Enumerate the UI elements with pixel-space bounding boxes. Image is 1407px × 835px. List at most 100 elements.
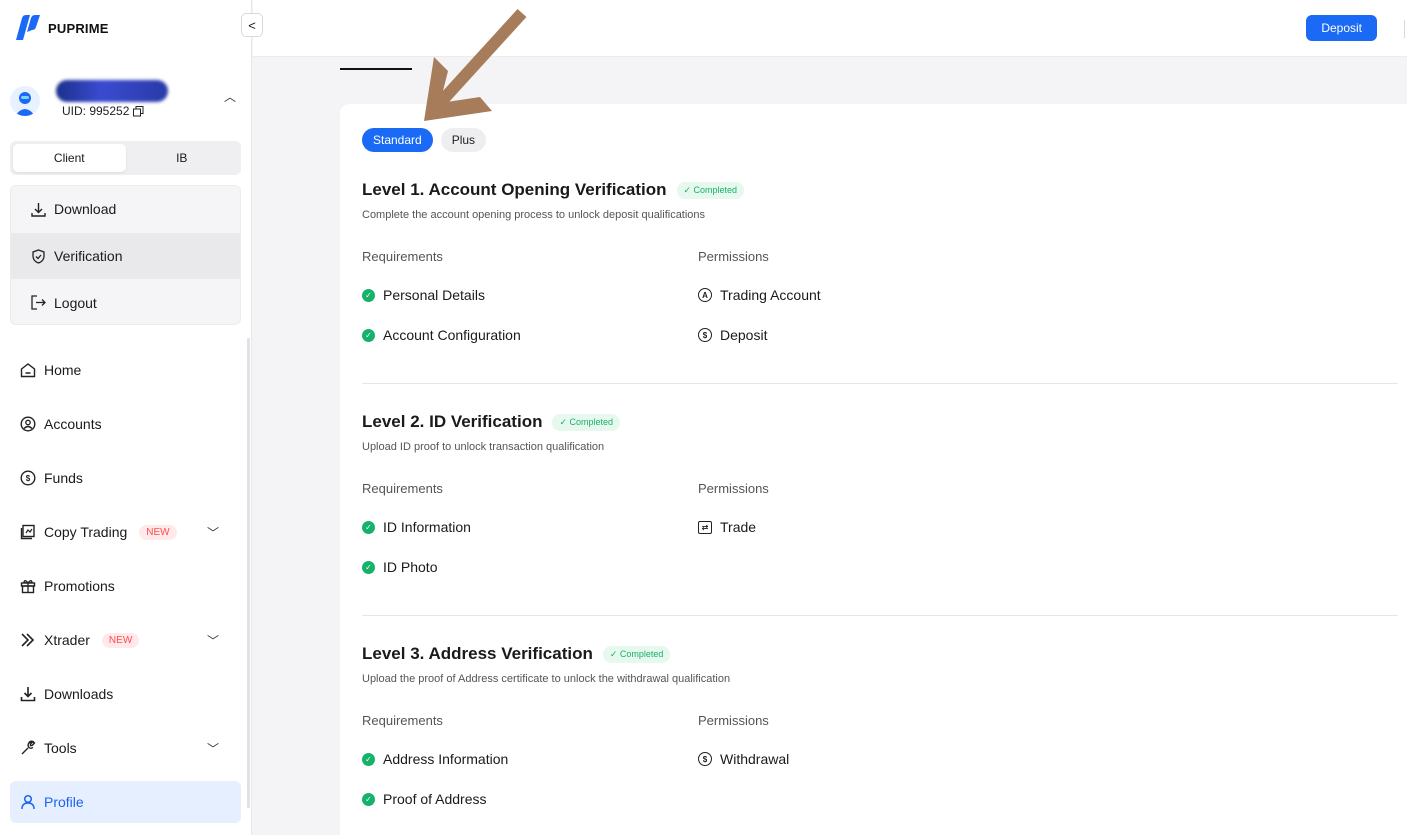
check-circle-icon: ✓ <box>362 328 375 342</box>
check-circle-icon: ✓ <box>362 792 375 806</box>
xtrader-icon <box>21 633 35 647</box>
deposit-button[interactable]: Deposit <box>1306 15 1377 41</box>
level-title-text: Level 2. ID Verification <box>362 412 543 431</box>
status-badge: ✓ Completed <box>602 645 671 663</box>
chevron-down-icon[interactable]: ﹀ <box>207 740 219 757</box>
avatar <box>10 86 40 116</box>
requirement-label: Personal Details <box>383 287 485 303</box>
nav-label: Copy Trading <box>44 524 128 540</box>
requirement-label: ID Photo <box>383 559 438 575</box>
download-icon <box>20 687 36 702</box>
level-title: Level 2. ID Verification ✓ Completed <box>362 412 1398 432</box>
wrench-icon <box>21 740 36 755</box>
requirement-label: Address Information <box>383 751 509 767</box>
username-redacted <box>56 80 168 102</box>
nav-item-accounts[interactable]: Accounts <box>10 397 241 451</box>
deposit-icon: $ <box>698 328 712 342</box>
check-circle-icon: ✓ <box>362 288 375 302</box>
level-2-section: Level 2. ID Verification ✓ Completed Upl… <box>362 412 1398 575</box>
level-1-section: Level 1. Account Opening Verification ✓ … <box>362 180 1398 343</box>
svg-text:$: $ <box>26 474 31 483</box>
nav-item-copy-trading[interactable]: Copy Trading NEW ﹀ <box>10 505 241 559</box>
requirement-item: ✓ Personal Details <box>362 287 485 303</box>
main-nav: Home Accounts $ Funds Copy Trading NEW ﹀… <box>10 343 241 823</box>
nav-item-funds[interactable]: $ Funds <box>10 451 241 505</box>
chevron-left-icon: < <box>248 17 256 33</box>
permission-item: A Trading Account <box>698 287 821 303</box>
check-circle-icon: ✓ <box>362 752 375 766</box>
trade-icon: ⇄ <box>698 520 712 534</box>
tab-standard[interactable]: Standard <box>362 128 433 152</box>
requirement-label: Proof of Address <box>383 791 487 807</box>
active-tab-underline <box>340 68 412 70</box>
menu-item-label: Download <box>54 201 117 218</box>
chevron-up-icon[interactable]: ︿ <box>224 88 236 105</box>
requirement-item: ✓ ID Photo <box>362 559 437 575</box>
profile-icon <box>21 794 35 810</box>
nav-label: Tools <box>44 740 77 756</box>
shield-check-icon <box>32 248 45 264</box>
permission-label: Deposit <box>720 327 768 343</box>
requirements-heading: Requirements <box>362 249 443 264</box>
nav-item-tools[interactable]: Tools ﹀ <box>10 721 241 775</box>
permission-label: Trade <box>720 519 757 535</box>
check-circle-icon: ✓ <box>362 520 375 534</box>
trading-account-icon: A <box>698 288 712 302</box>
nav-label: Funds <box>44 470 83 486</box>
sidebar-scrollbar[interactable] <box>247 338 250 808</box>
menu-item-label: Logout <box>54 294 97 311</box>
check-circle-icon: ✓ <box>362 560 375 574</box>
requirement-item: ✓ Account Configuration <box>362 327 521 343</box>
verification-card: Standard Plus Level 1. Account Opening V… <box>340 104 1407 835</box>
puprime-logo-icon <box>16 15 40 40</box>
level-description: Upload ID proof to unlock transaction qu… <box>362 441 605 453</box>
nav-item-home[interactable]: Home <box>10 343 241 397</box>
nav-item-downloads[interactable]: Downloads <box>10 667 241 721</box>
chevron-down-icon[interactable]: ﹀ <box>207 632 219 649</box>
level-title: Level 3. Address Verification ✓ Complete… <box>362 644 1398 664</box>
brand-logo[interactable]: PUPRIME <box>12 14 109 42</box>
switch-client[interactable]: Client <box>13 144 126 172</box>
download-icon <box>31 202 46 217</box>
nav-label: Home <box>44 362 82 378</box>
nav-item-promotions[interactable]: Promotions <box>10 559 241 613</box>
menu-item-label: Verification <box>54 248 123 265</box>
level-title-text: Level 3. Address Verification <box>362 644 593 663</box>
nav-label: Promotions <box>44 578 115 594</box>
nav-item-xtrader[interactable]: Xtrader NEW ﹀ <box>10 613 241 667</box>
permission-item: $ Deposit <box>698 327 767 343</box>
account-menu: Download Verification Logout <box>10 185 241 325</box>
user-profile[interactable]: UID: 995252 ︿ <box>10 78 242 128</box>
permission-label: Trading Account <box>720 287 821 303</box>
copy-icon[interactable] <box>133 105 144 117</box>
menu-item-verification[interactable]: Verification <box>11 232 240 280</box>
permission-item: ⇄ Trade <box>698 519 756 535</box>
collapse-sidebar-button[interactable]: < <box>241 13 263 37</box>
section-divider <box>362 615 1398 616</box>
menu-item-logout[interactable]: Logout <box>11 279 240 324</box>
new-badge: NEW <box>101 632 140 648</box>
withdrawal-icon: $ <box>698 752 712 766</box>
permissions-heading: Permissions <box>698 713 769 728</box>
logout-icon <box>31 295 46 310</box>
menu-item-download[interactable]: Download <box>11 186 240 233</box>
tab-plus[interactable]: Plus <box>440 128 487 152</box>
uid-text: UID: 995252 <box>62 104 144 118</box>
nav-label: Downloads <box>44 686 114 702</box>
tier-toggle: Standard Plus <box>362 128 487 152</box>
permissions-heading: Permissions <box>698 481 769 496</box>
annotation-arrow-icon <box>424 8 527 121</box>
requirements-heading: Requirements <box>362 481 443 496</box>
level-title: Level 1. Account Opening Verification ✓ … <box>362 180 1398 200</box>
requirements-heading: Requirements <box>362 713 443 728</box>
chevron-down-icon[interactable]: ﹀ <box>207 524 219 541</box>
nav-label: Xtrader <box>44 632 90 648</box>
switch-ib[interactable]: IB <box>126 144 239 172</box>
level-title-text: Level 1. Account Opening Verification <box>362 180 667 199</box>
client-ib-switch: Client IB <box>10 141 241 175</box>
permissions-heading: Permissions <box>698 249 769 264</box>
nav-item-profile[interactable]: Profile <box>10 781 241 823</box>
brand-name: PUPRIME <box>48 20 109 36</box>
funds-icon: $ <box>20 470 36 486</box>
permission-item: $ Withdrawal <box>698 751 789 767</box>
